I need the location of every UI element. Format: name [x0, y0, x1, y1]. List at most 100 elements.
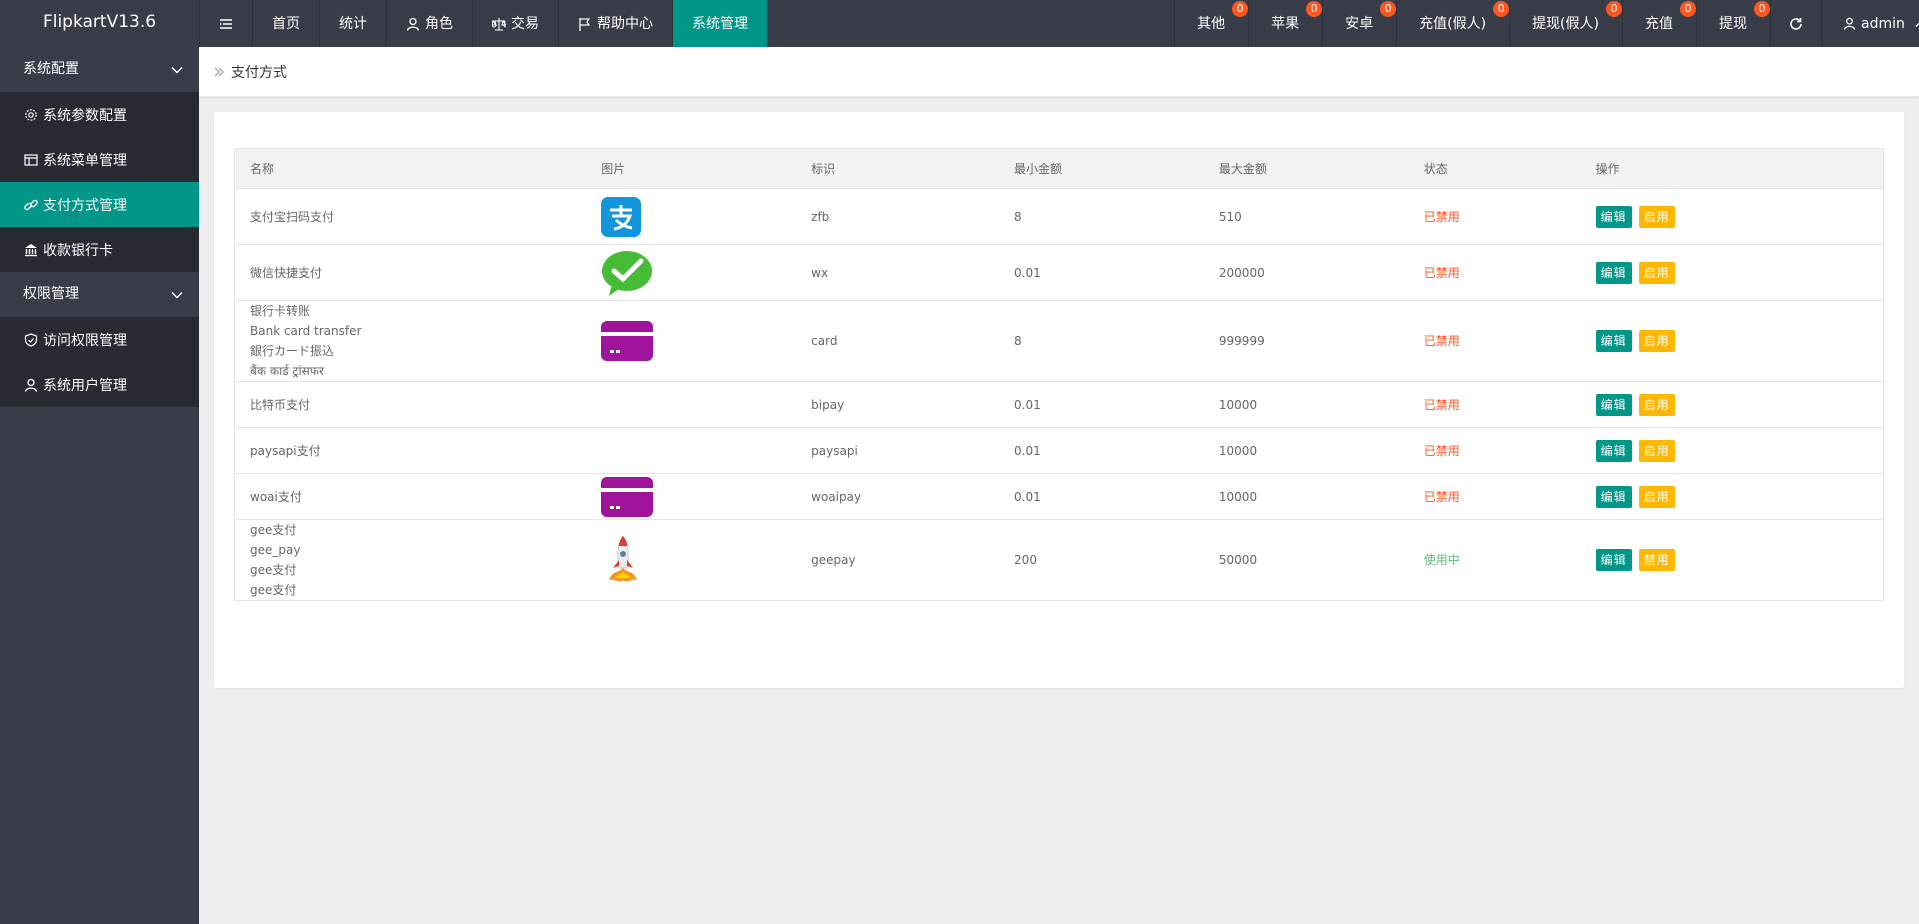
- top-right-nav-item-2[interactable]: 安卓 0: [1322, 0, 1397, 47]
- rocket-logo-icon: [601, 534, 645, 586]
- actions-cell: 编辑 启用: [1580, 300, 1884, 382]
- payment-name-cell: woai支付: [234, 473, 587, 520]
- top-nav-item-0[interactable]: 首页: [252, 0, 319, 47]
- sidebar-item-label: 系统参数配置: [43, 107, 127, 124]
- payment-code-cell: paysapi: [796, 427, 1000, 474]
- top-right-nav-item-5[interactable]: 充值 0: [1622, 0, 1696, 47]
- max-amount-cell: 50000: [1203, 519, 1409, 601]
- column-header: 图片: [586, 148, 797, 189]
- sidebar-item-label: 支付方式管理: [43, 197, 127, 214]
- menu-toggle-button[interactable]: [199, 0, 252, 47]
- user-menu[interactable]: admin: [1821, 0, 1919, 47]
- top-nav-item-5[interactable]: 系统管理: [672, 0, 767, 47]
- refresh-icon: [1789, 17, 1803, 31]
- enable-button[interactable]: 启用: [1638, 393, 1675, 416]
- disable-button[interactable]: 禁用: [1638, 549, 1675, 571]
- enable-button[interactable]: 启用: [1638, 439, 1675, 462]
- edit-button[interactable]: 编辑: [1595, 439, 1632, 462]
- max-amount-cell: 200000: [1203, 244, 1409, 301]
- top-right-nav-label: 安卓: [1345, 15, 1374, 32]
- top-nav-label: 角色: [425, 15, 453, 32]
- sidebar-item-label: 访问权限管理: [43, 332, 127, 349]
- edit-button[interactable]: 编辑: [1595, 205, 1632, 228]
- top-right-nav-item-0[interactable]: 其他 0: [1174, 0, 1249, 47]
- link-icon: [24, 198, 38, 212]
- count-badge: 0: [1754, 1, 1770, 17]
- actions-cell: 编辑 启用: [1580, 427, 1884, 474]
- top-right-nav-item-6[interactable]: 提现 0: [1696, 0, 1770, 47]
- enable-button[interactable]: 启用: [1638, 330, 1675, 352]
- chevron-up-icon: [1914, 17, 1919, 31]
- sidebar-item-1-1[interactable]: 系统用户管理: [0, 362, 199, 407]
- top-right-nav-item-1[interactable]: 苹果 0: [1248, 0, 1323, 47]
- enable-button[interactable]: 启用: [1638, 205, 1675, 228]
- table-row: 银行卡转账 Bank card transfer 銀行カード振込 बैंक कार्ड…: [234, 300, 1884, 382]
- breadcrumb: 支付方式: [199, 47, 1919, 97]
- sidebar-item-0-1[interactable]: 系统菜单管理: [0, 137, 199, 182]
- wechat-logo-icon: [601, 249, 653, 297]
- payment-name-cell: 支付宝扫码支付: [234, 188, 587, 245]
- payment-name-cell: gee支付 gee_pay gee支付 gee支付: [234, 519, 587, 601]
- payment-name-line: 銀行カード振込: [250, 344, 335, 358]
- actions-cell: 编辑 禁用: [1580, 519, 1884, 601]
- payment-code-cell: zfb: [796, 188, 1000, 245]
- top-right-nav-label: 其他: [1197, 15, 1226, 32]
- count-badge: 0: [1493, 1, 1510, 17]
- sidebar-item-label: 收款银行卡: [43, 242, 113, 259]
- top-right-nav-item-4[interactable]: 提现(假人) 0: [1509, 0, 1622, 47]
- payment-name-line: gee支付: [250, 523, 297, 537]
- top-right-nav-label: 苹果: [1271, 15, 1300, 32]
- user-icon: [406, 17, 420, 31]
- enable-button[interactable]: 启用: [1638, 261, 1675, 284]
- edit-button[interactable]: 编辑: [1595, 549, 1632, 571]
- min-amount-cell: 8: [999, 300, 1204, 382]
- column-header: 状态: [1408, 148, 1581, 189]
- refresh-button[interactable]: [1770, 0, 1821, 47]
- breadcrumb-current[interactable]: 支付方式: [231, 62, 287, 82]
- top-right-nav-label: 提现: [1719, 15, 1747, 32]
- table-body: 支付宝扫码支付 zfb 8 510 已禁用 编辑 启用 微信快捷支付 wx 0.01 200000 已…: [234, 188, 1884, 601]
- flag-icon: [578, 17, 592, 31]
- status-badge: 使用中: [1408, 519, 1581, 601]
- sidebar-item-0-2[interactable]: 支付方式管理: [0, 182, 199, 227]
- actions-cell: 编辑 启用: [1580, 244, 1884, 301]
- app-logo[interactable]: FlipkartV13.6: [0, 0, 199, 47]
- top-nav-item-4[interactable]: 帮助中心: [558, 0, 672, 47]
- edit-button[interactable]: 编辑: [1595, 261, 1632, 284]
- payment-image-cell: [586, 381, 797, 428]
- card-logo-icon: [601, 476, 654, 517]
- sidebar: 系统配置系统参数配置系统菜单管理支付方式管理 收款银行卡权限管理访问权限管理系统用…: [0, 47, 199, 924]
- payment-name-cell: paysapi支付: [234, 427, 587, 474]
- column-header: 名称: [234, 148, 587, 189]
- payment-code-cell: bipay: [796, 381, 1000, 428]
- top-right-nav-item-3[interactable]: 充值(假人) 0: [1396, 0, 1510, 47]
- status-badge: 已禁用: [1408, 473, 1581, 520]
- sidebar-item-0-0[interactable]: 系统参数配置: [0, 92, 199, 137]
- sidebar-group-label: 系统配置: [23, 61, 79, 77]
- table-row: woai支付 woaipay 0.01 10000 已禁用 编辑 启用: [234, 473, 1884, 520]
- sidebar-group-1[interactable]: 权限管理: [0, 272, 199, 317]
- top-right-nav-label: 提现(假人): [1532, 15, 1599, 32]
- top-nav-item-2[interactable]: 角色: [386, 0, 472, 47]
- min-amount-cell: 200: [999, 519, 1204, 601]
- content-card: 名称 图片 标识 最小金额 最大金额 状态 操作 支付宝扫码支付 zfb 8 510 已禁用 编辑 启用…: [214, 112, 1904, 688]
- payment-name-line: 银行卡转账: [250, 304, 311, 318]
- column-header: 最大金额: [1203, 148, 1409, 189]
- payment-name-line: बैंक कार्ड ट्रांसफर: [250, 364, 324, 378]
- top-nav-item-3[interactable]: 交易: [472, 0, 558, 47]
- payment-name-line: gee支付: [250, 583, 297, 597]
- count-badge: 0: [1380, 1, 1397, 17]
- bank-icon: [24, 243, 38, 257]
- edit-button[interactable]: 编辑: [1595, 393, 1632, 416]
- sidebar-group-0[interactable]: 系统配置: [0, 47, 199, 92]
- edit-button[interactable]: 编辑: [1595, 330, 1632, 352]
- sidebar-item-0-3[interactable]: 收款银行卡: [0, 227, 199, 272]
- edit-button[interactable]: 编辑: [1595, 485, 1632, 508]
- enable-button[interactable]: 启用: [1638, 485, 1675, 508]
- balance-icon: [492, 17, 506, 31]
- payment-image-cell: [586, 300, 797, 382]
- top-nav-item-1[interactable]: 统计: [319, 0, 386, 47]
- min-amount-cell: 8: [999, 188, 1204, 245]
- payment-image-cell: [586, 244, 797, 301]
- sidebar-item-1-0[interactable]: 访问权限管理: [0, 317, 199, 362]
